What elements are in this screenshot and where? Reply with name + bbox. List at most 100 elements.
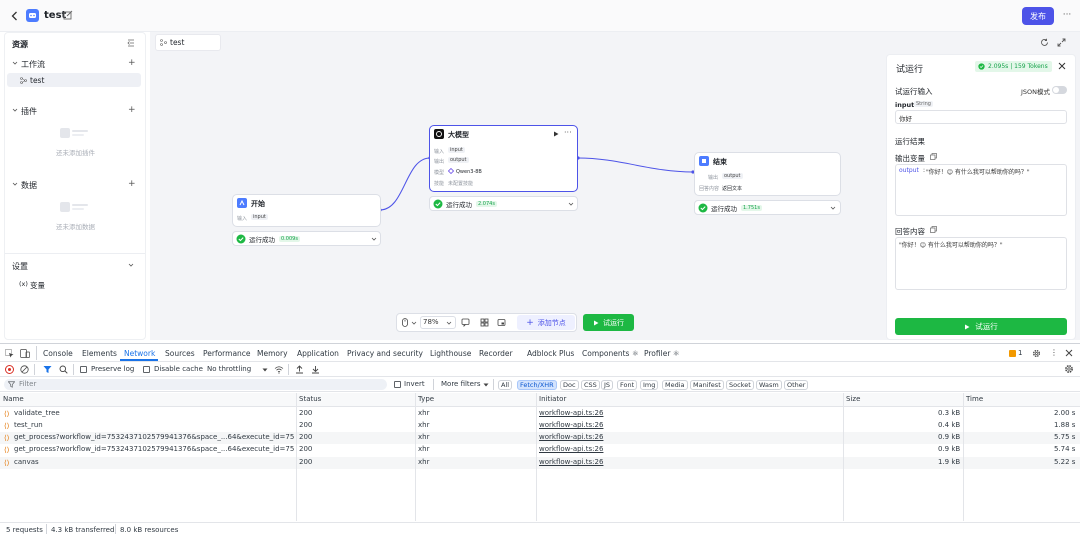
filter-chip-wasm[interactable]: Wasm: [756, 380, 782, 390]
more-icon[interactable]: ···: [564, 128, 572, 137]
wifi-icon[interactable]: [274, 365, 284, 374]
clear-icon[interactable]: [20, 365, 29, 374]
add-data-button[interactable]: +: [128, 179, 136, 189]
start-node-status-bar[interactable]: 运行成功 0.009s: [232, 231, 381, 246]
table-row[interactable]: ⟨⟩ get_process?workflow_id=7532437102579…: [0, 432, 1080, 444]
issues-badge[interactable]: 1: [1009, 349, 1022, 357]
table-row[interactable]: ⟨⟩ validate_tree 200 xhr workflow-api.ts…: [0, 408, 1080, 420]
column-header-time[interactable]: Time: [966, 395, 983, 403]
chevron-down-icon[interactable]: [12, 60, 18, 66]
mouse-mode-icon[interactable]: [401, 318, 409, 327]
request-initiator[interactable]: workflow-api.ts:26: [539, 433, 603, 441]
close-icon[interactable]: [1058, 62, 1066, 70]
edit-icon[interactable]: [63, 10, 73, 20]
filter-chip-media[interactable]: Media: [662, 380, 688, 390]
tab-recorder[interactable]: Recorder: [479, 349, 513, 358]
settings-section-title[interactable]: 设置: [12, 261, 28, 272]
column-header-initiator[interactable]: Initiator: [539, 395, 566, 403]
request-initiator[interactable]: workflow-api.ts:26: [539, 421, 603, 429]
tab-elements[interactable]: Elements: [82, 349, 117, 358]
canvas-test-run-button[interactable]: 试运行: [583, 314, 634, 331]
tab-components[interactable]: Components ⚛: [582, 349, 639, 358]
tab-console[interactable]: Console: [43, 349, 73, 358]
filter-chip-doc[interactable]: Doc: [560, 380, 579, 390]
end-node-status-bar[interactable]: 运行成功 1.751s: [694, 200, 841, 215]
filter-chip-font[interactable]: Font: [617, 380, 638, 390]
record-icon[interactable]: [5, 365, 14, 374]
upload-icon[interactable]: [295, 365, 304, 374]
column-header-size[interactable]: Size: [846, 395, 860, 403]
json-mode-toggle[interactable]: [1052, 86, 1067, 94]
chevron-down-icon[interactable]: [830, 205, 836, 211]
close-icon[interactable]: [1065, 349, 1073, 357]
panel-test-run-button[interactable]: 试运行: [895, 318, 1067, 335]
inspect-element-icon[interactable]: [5, 349, 14, 358]
plugin-section-title[interactable]: 插件: [21, 106, 37, 117]
llm-node-status-bar[interactable]: 运行成功 2.074s: [429, 196, 578, 211]
sidebar-item-test[interactable]: [7, 73, 141, 87]
table-row[interactable]: ⟨⟩ canvas 200 xhr workflow-api.ts:26 1.9…: [0, 457, 1080, 469]
tab-profiler[interactable]: Profiler ⚛: [644, 349, 680, 358]
filter-chip-css[interactable]: CSS: [581, 380, 600, 390]
filter-chip-manifest[interactable]: Manifest: [690, 380, 724, 390]
table-row[interactable]: ⟨⟩ get_process?workflow_id=7532437102579…: [0, 444, 1080, 456]
request-initiator[interactable]: workflow-api.ts:26: [539, 409, 603, 417]
column-header-name[interactable]: Name: [3, 395, 24, 403]
minimap-icon[interactable]: [497, 318, 506, 327]
chevron-down-icon[interactable]: [371, 236, 377, 242]
filter-input[interactable]: [4, 379, 387, 390]
chevron-down-icon[interactable]: [446, 320, 452, 326]
download-icon[interactable]: [311, 365, 320, 374]
filter-chip-js[interactable]: JS: [601, 380, 614, 390]
input-value-field[interactable]: [895, 110, 1067, 124]
preserve-log-checkbox[interactable]: [80, 366, 87, 373]
publish-button[interactable]: 发布: [1022, 7, 1054, 25]
collapse-sidebar-icon[interactable]: [127, 39, 135, 47]
gear-icon[interactable]: [1064, 364, 1074, 374]
copy-icon[interactable]: [930, 153, 937, 160]
back-arrow-icon[interactable]: [10, 10, 20, 22]
tab-lighthouse[interactable]: Lighthouse: [430, 349, 471, 358]
column-header-status[interactable]: Status: [299, 395, 321, 403]
comment-icon[interactable]: [461, 318, 470, 327]
tab-application[interactable]: Application: [297, 349, 339, 358]
filter-icon[interactable]: [43, 365, 52, 374]
request-initiator[interactable]: workflow-api.ts:26: [539, 458, 603, 466]
column-header-type[interactable]: Type: [418, 395, 434, 403]
tab-privacy-security[interactable]: Privacy and security: [347, 349, 423, 358]
filter-chip-socket[interactable]: Socket: [726, 380, 754, 390]
chevron-down-icon[interactable]: [12, 181, 18, 187]
data-section-title[interactable]: 数据: [21, 180, 37, 191]
tab-performance[interactable]: Performance: [203, 349, 251, 358]
request-initiator[interactable]: workflow-api.ts:26: [539, 445, 603, 453]
chevron-down-icon[interactable]: [568, 201, 574, 207]
throttling-select[interactable]: No throttling: [207, 365, 251, 373]
copy-icon[interactable]: [930, 226, 937, 233]
invert-checkbox[interactable]: [394, 381, 401, 388]
disable-cache-checkbox[interactable]: [143, 366, 150, 373]
tab-memory[interactable]: Memory: [257, 349, 288, 358]
add-workflow-button[interactable]: +: [128, 58, 136, 68]
chevron-down-icon[interactable]: [12, 107, 18, 113]
filter-chip-all[interactable]: All: [498, 380, 513, 390]
tab-network[interactable]: Network: [124, 349, 155, 358]
play-icon[interactable]: [553, 131, 559, 137]
chevron-down-icon[interactable]: [411, 320, 417, 326]
add-node-button[interactable]: + 添加节点: [517, 315, 575, 330]
sidebar-item-variables[interactable]: 变量: [30, 280, 45, 291]
chevron-down-icon[interactable]: [128, 262, 134, 268]
filter-chip-other[interactable]: Other: [784, 380, 809, 390]
tab-sources[interactable]: Sources: [165, 349, 195, 358]
table-row[interactable]: ⟨⟩ test_run 200 xhr workflow-api.ts:26 0…: [0, 420, 1080, 432]
layout-icon[interactable]: [480, 318, 489, 327]
filter-chip-fetch-xhr[interactable]: Fetch/XHR: [517, 380, 557, 390]
gear-icon[interactable]: [1032, 349, 1041, 358]
add-plugin-button[interactable]: +: [128, 105, 136, 115]
chevron-down-icon[interactable]: [262, 367, 268, 373]
device-toolbar-icon[interactable]: [20, 349, 30, 358]
search-icon[interactable]: [59, 365, 68, 374]
kebab-menu-icon[interactable]: ⋮: [1050, 348, 1058, 357]
tab-adblock-plus[interactable]: Adblock Plus: [527, 349, 574, 358]
workflow-section-title[interactable]: 工作流: [21, 59, 45, 70]
more-icon[interactable]: ···: [1060, 10, 1074, 22]
